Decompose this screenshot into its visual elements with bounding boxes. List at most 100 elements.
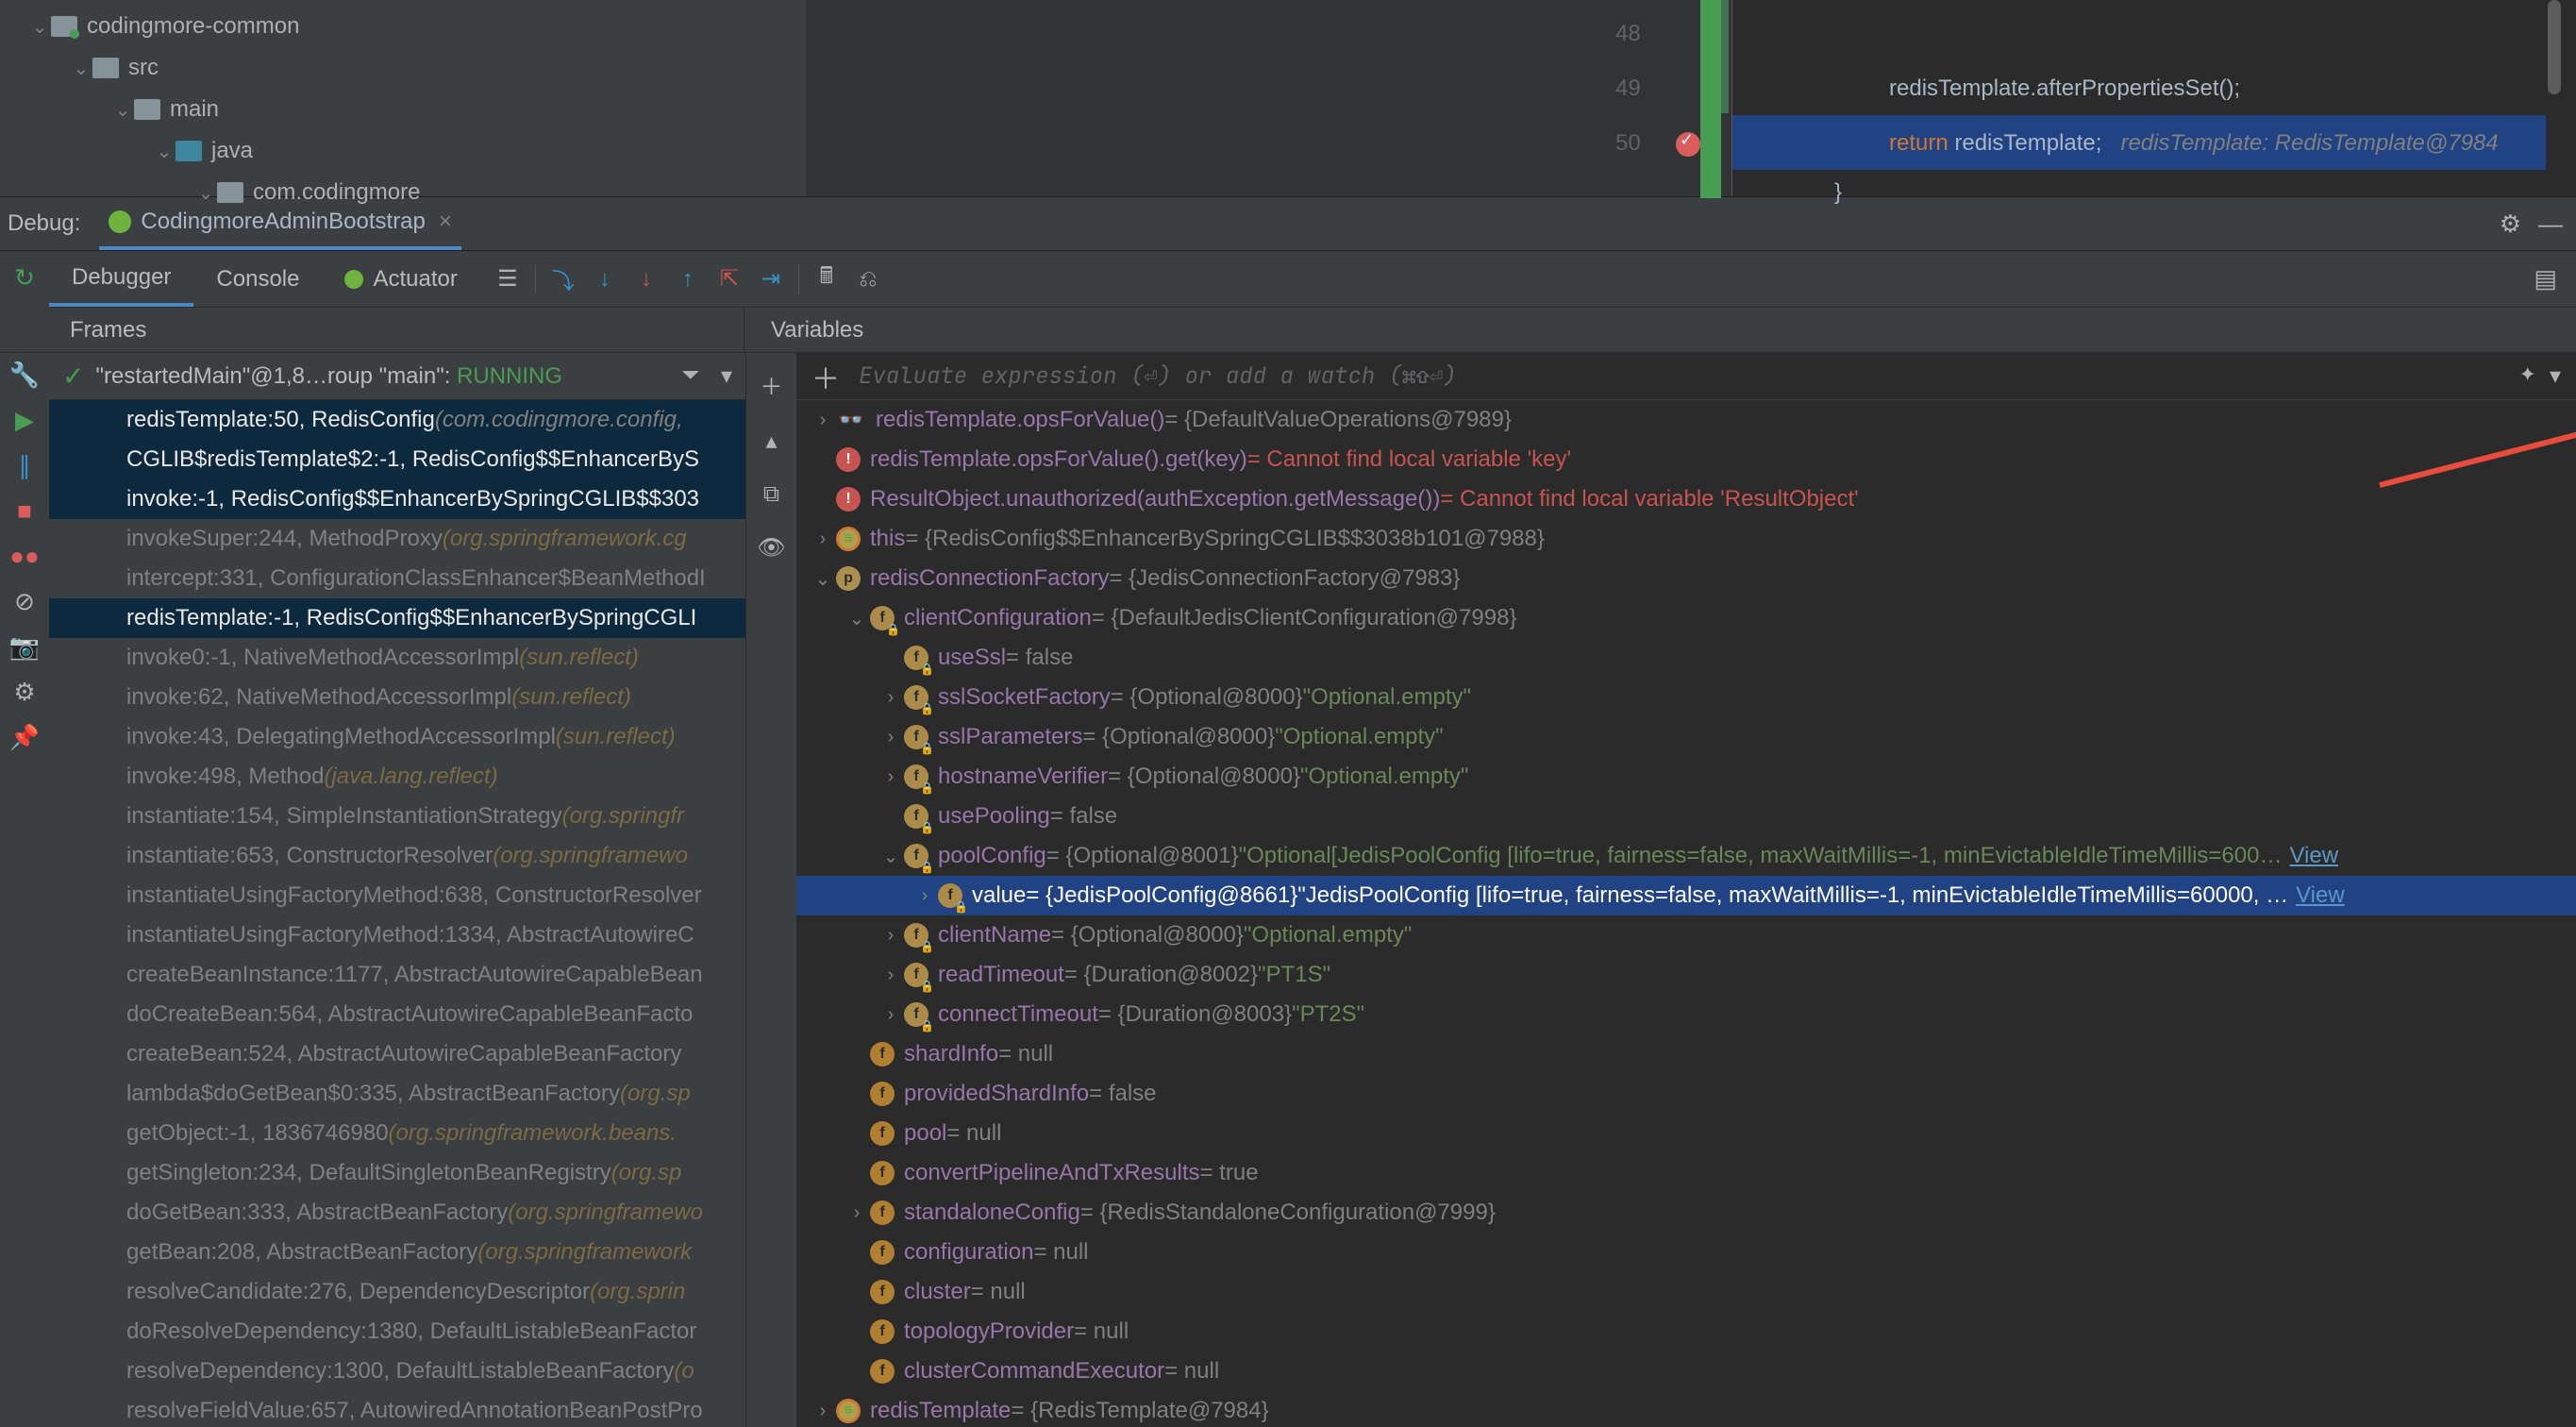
variable-row[interactable]: ⌄predisConnectionFactory = {JedisConnect… xyxy=(796,559,2576,598)
variables-panel[interactable]: ＋ Evaluate expression (⏎) or add a watch… xyxy=(796,353,2576,1427)
chevron-icon[interactable]: › xyxy=(844,1202,870,1224)
variable-row[interactable]: fconfiguration = null xyxy=(796,1233,2576,1272)
drop-frame-icon[interactable]: ⇱ xyxy=(715,265,744,294)
stack-frame[interactable]: getBean:208, AbstractBeanFactory (org.sp… xyxy=(49,1233,745,1272)
chevron-icon[interactable]: › xyxy=(878,925,904,947)
rerun-icon[interactable]: ↻ xyxy=(10,264,39,293)
evaluate-icon[interactable]: 🖩 xyxy=(812,265,841,294)
variable-row[interactable]: ›fconnectTimeout = {Duration@8003} "PT2S… xyxy=(796,995,2576,1034)
get-thread-dump-icon[interactable]: 📷 xyxy=(10,632,39,661)
variable-row[interactable]: !ResultObject.unauthorized(authException… xyxy=(796,479,2576,519)
variable-row[interactable]: fprovidedShardInfo = false xyxy=(796,1074,2576,1114)
modify-run-config-icon[interactable]: 🔧 xyxy=(10,361,39,389)
stack-frame[interactable]: resolveDependency:1300, DefaultListableB… xyxy=(49,1351,745,1391)
run-to-cursor-icon[interactable]: ⇥ xyxy=(757,265,785,294)
project-tree[interactable]: ⌄codingmore-common ⌄src ⌄main ⌄java ⌄com… xyxy=(0,0,806,196)
breakpoint-icon[interactable] xyxy=(1676,132,1700,157)
chevron-icon[interactable]: › xyxy=(810,410,836,431)
minimize-icon[interactable]: — xyxy=(2538,210,2563,239)
stack-frame[interactable]: intercept:331, ConfigurationClassEnhance… xyxy=(49,559,745,598)
force-step-into-icon[interactable]: ↓ xyxy=(632,265,661,294)
variable-row[interactable]: ⌄fclientConfiguration = {DefaultJedisCli… xyxy=(796,598,2576,638)
variable-row[interactable]: ›fvalue = {JedisPoolConfig@8661} "JedisP… xyxy=(796,876,2576,915)
chevron-icon[interactable]: ⌄ xyxy=(810,567,836,591)
stack-frame[interactable]: invoke:-1, RedisConfig$$EnhancerBySpring… xyxy=(49,479,745,519)
variable-row[interactable]: !redisTemplate.opsForValue().get(key) = … xyxy=(796,440,2576,479)
variable-row[interactable]: fusePooling = false xyxy=(796,797,2576,836)
add-icon[interactable]: ＋ xyxy=(811,356,840,397)
variable-row[interactable]: ›≡this = {RedisConfig$$EnhancerBySpringC… xyxy=(796,519,2576,559)
variable-row[interactable]: ›👓redisTemplate.opsForValue() = {Default… xyxy=(796,400,2576,440)
chevron-icon[interactable]: › xyxy=(912,885,938,907)
variable-row[interactable]: ›fsslSocketFactory = {Optional@8000} "Op… xyxy=(796,678,2576,717)
chevron-down-icon[interactable]: ⌄ xyxy=(153,140,176,163)
variable-row[interactable]: fuseSsl = false xyxy=(796,638,2576,678)
project-root[interactable]: codingmore-common xyxy=(87,13,299,40)
chevron-icon[interactable]: › xyxy=(878,1004,904,1026)
star-icon[interactable]: ✦ xyxy=(2519,362,2536,390)
evaluate-expression-input[interactable]: ＋ Evaluate expression (⏎) or add a watch… xyxy=(796,353,2576,400)
chevron-down-icon[interactable]: ⌄ xyxy=(28,15,51,39)
stack-frame[interactable]: resolveFieldValue:657, AutowiredAnnotati… xyxy=(49,1391,745,1427)
resume-icon[interactable]: ▶ xyxy=(10,406,39,434)
stack-frame[interactable]: invoke:498, Method (java.lang.reflect) xyxy=(49,757,745,797)
code-line[interactable]: return redisTemplate; redisTemplate: Red… xyxy=(1889,130,2499,157)
dropdown-icon[interactable]: ▾ xyxy=(2550,362,2561,390)
stack-frame[interactable]: doCreateBean:564, AbstractAutowireCapabl… xyxy=(49,995,745,1034)
stack-frame[interactable]: instantiate:653, ConstructorResolver (or… xyxy=(49,836,745,876)
chevron-icon[interactable]: › xyxy=(878,727,904,748)
code-line[interactable]: redisTemplate.afterPropertiesSet(); xyxy=(1889,76,2240,102)
variable-row[interactable]: ›fstandaloneConfig = {RedisStandaloneCon… xyxy=(796,1193,2576,1233)
view-link[interactable]: View xyxy=(2296,882,2345,909)
stack-frame[interactable]: invokeSuper:244, MethodProxy (org.spring… xyxy=(49,519,745,559)
threads-icon[interactable]: ☰ xyxy=(493,265,522,294)
pin-icon[interactable]: 📌 xyxy=(10,723,39,751)
chevron-icon[interactable]: › xyxy=(810,529,836,550)
variable-row[interactable]: fshardInfo = null xyxy=(796,1034,2576,1074)
stack-frame[interactable]: instantiateUsingFactoryMethod:1334, Abst… xyxy=(49,915,745,955)
stack-frame[interactable]: CGLIB$redisTemplate$2:-1, RedisConfig$$E… xyxy=(49,440,745,479)
stack-frame[interactable]: getObject:-1, 1836746980 (org.springfram… xyxy=(49,1114,745,1153)
panel-divider[interactable]: ＋ ▴ ⧉ 👁 xyxy=(745,353,796,1427)
chevron-icon[interactable]: › xyxy=(878,965,904,986)
view-link[interactable]: View xyxy=(2289,843,2338,869)
stack-frame[interactable]: createBean:524, AbstractAutowireCapableB… xyxy=(49,1034,745,1074)
dropdown-icon[interactable]: ▾ xyxy=(721,362,732,390)
editor[interactable]: 48 49 50 redisTemplate.afterPropertiesSe… xyxy=(806,0,2576,196)
pause-icon[interactable]: ∥ xyxy=(10,451,39,479)
stack-frame[interactable]: getSingleton:234, DefaultSingletonBeanRe… xyxy=(49,1153,745,1193)
stop-icon[interactable]: ■ xyxy=(10,496,39,525)
variable-row[interactable]: ›≡redisTemplate = {RedisTemplate@7984} xyxy=(796,1391,2576,1427)
trace-icon[interactable]: ⎌ xyxy=(854,265,882,294)
step-into-icon[interactable]: ↓ xyxy=(591,265,619,294)
mute-breakpoints-icon[interactable]: ⊘ xyxy=(10,587,39,615)
add-watch-icon[interactable]: ＋ xyxy=(761,368,783,401)
folder-java[interactable]: java xyxy=(211,138,253,164)
stack-frame[interactable]: redisTemplate:50, RedisConfig (com.codin… xyxy=(49,400,745,440)
variable-row[interactable]: ›fsslParameters = {Optional@8000} "Optio… xyxy=(796,717,2576,757)
chevron-icon[interactable]: › xyxy=(810,1401,836,1422)
settings-icon[interactable]: ⚙ xyxy=(10,678,39,706)
filter-icon[interactable]: ⏷ xyxy=(681,362,699,390)
variable-row[interactable]: ›freadTimeout = {Duration@8002} "PT1S" xyxy=(796,955,2576,995)
variable-row[interactable]: ›fhostnameVerifier = {Optional@8000} "Op… xyxy=(796,757,2576,797)
stack-frame[interactable]: createBeanInstance:1177, AbstractAutowir… xyxy=(49,955,745,995)
close-icon[interactable]: × xyxy=(439,209,452,235)
thread-selector[interactable]: ✓ "restartedMain"@1,8…roup "main": RUNNI… xyxy=(49,353,745,400)
view-breakpoints-icon[interactable]: ●● xyxy=(10,542,39,570)
stack-frame[interactable]: instantiateUsingFactoryMethod:638, Const… xyxy=(49,876,745,915)
stack-frame[interactable]: invoke0:-1, NativeMethodAccessorImpl (su… xyxy=(49,638,745,678)
stack-frame[interactable]: instantiate:154, SimpleInstantiationStra… xyxy=(49,797,745,836)
frames-panel[interactable]: ✓ "restartedMain"@1,8…roup "main": RUNNI… xyxy=(49,353,745,1427)
chevron-down-icon[interactable]: ⌄ xyxy=(70,57,92,80)
tab-debugger[interactable]: Debugger xyxy=(49,251,193,307)
variable-row[interactable]: ⌄fpoolConfig = {Optional@8001} "Optional… xyxy=(796,836,2576,876)
show-icon[interactable]: 👁 xyxy=(757,534,785,562)
folder-src[interactable]: src xyxy=(128,55,159,81)
chevron-icon[interactable]: ⌄ xyxy=(844,607,870,630)
variable-row[interactable]: fconvertPipelineAndTxResults = true xyxy=(796,1153,2576,1193)
tab-actuator[interactable]: Actuator xyxy=(322,251,479,307)
stack-frame[interactable]: lambda$doGetBean$0:335, AbstractBeanFact… xyxy=(49,1074,745,1114)
step-out-icon[interactable]: ↑ xyxy=(674,265,702,294)
variable-row[interactable]: fcluster = null xyxy=(796,1272,2576,1312)
